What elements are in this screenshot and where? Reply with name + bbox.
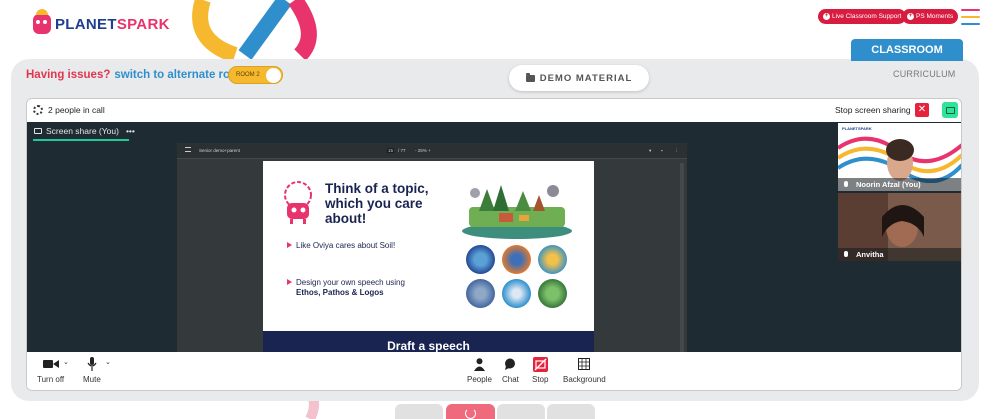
- pdf-download-icon[interactable]: ▾: [649, 148, 651, 154]
- issues-banner: Having issues? switch to alternate room: [26, 69, 247, 81]
- screen-share-tabbar: Screen share (You) •••: [27, 122, 837, 142]
- chat-button[interactable]: Chat: [502, 357, 519, 384]
- microphone-icon: [844, 181, 848, 187]
- mini-logo: PLANETSPARK: [842, 126, 872, 131]
- chat-bubble-icon: [504, 357, 516, 371]
- room-toggle-label: ROOM 2: [236, 72, 260, 78]
- demo-material-label: DEMO MATERIAL: [539, 72, 633, 84]
- folder-icon: [525, 72, 535, 82]
- participant-name: Noorin Afzal (You): [838, 178, 961, 191]
- call-controls-bar: Turn off ⌄ Mute ⌄ People Chat Stop Backg…: [27, 352, 961, 390]
- slide-title: Think of a topic, which you care about!: [325, 181, 429, 226]
- bullet-bold-text: Ethos, Pathos & Logos: [296, 288, 384, 297]
- camera-options-chevron-icon[interactable]: ⌄: [63, 358, 69, 366]
- turn-off-label: Turn off: [37, 375, 65, 384]
- background-grid-icon: [578, 357, 591, 371]
- topic-circle-4: [466, 279, 495, 308]
- plus-icon: +: [907, 13, 914, 20]
- demo-material-button[interactable]: DEMO MATERIAL: [509, 65, 649, 91]
- more-options-icon[interactable]: •••: [126, 126, 135, 136]
- pdf-zoom[interactable]: - 25% +: [415, 148, 431, 153]
- call-header: 2 people in call Stop screen sharing ✕: [27, 99, 961, 122]
- leave-class-button[interactable]: [446, 404, 495, 419]
- bullet-arrow-icon: [287, 279, 292, 285]
- power-icon: [465, 408, 476, 419]
- topic-circle-5: [502, 279, 531, 308]
- microphone-icon: [87, 357, 97, 371]
- video-call-window: 2 people in call Stop screen sharing ✕ S…: [26, 98, 962, 391]
- pdf-page-total: / 77: [398, 148, 406, 153]
- logo-text: PLANETSPARK: [55, 15, 170, 33]
- settings-gear-icon[interactable]: [33, 105, 43, 115]
- tab-classroom[interactable]: CLASSROOM: [851, 39, 963, 61]
- background-label: Background: [563, 375, 606, 384]
- topic-circle-2: [502, 245, 531, 274]
- participant-tile[interactable]: Anvitha: [838, 193, 961, 261]
- screen-share-tab-label: Screen share (You): [46, 126, 119, 136]
- pdf-scrollbar[interactable]: [680, 163, 684, 352]
- plus-icon: +: [823, 13, 830, 20]
- mic-options-chevron-icon[interactable]: ⌄: [105, 358, 111, 366]
- people-count: 2 people in call: [48, 105, 105, 115]
- pdf-page: Think of a topic, which you care about! …: [263, 161, 594, 352]
- pdf-toolbar: Senior demo+parent 15 / 77 - 25% + ▾ ▪ ⋮: [177, 143, 687, 159]
- participants-column: PLANETSPARK Noorin Afzal (You) Anvitha: [837, 122, 961, 352]
- stop-sharing-label: Stop screen sharing: [835, 105, 911, 115]
- tab-curriculum[interactable]: CURRICULUM: [893, 69, 956, 79]
- live-classroom-support-button[interactable]: + Live Classroom Support: [818, 9, 907, 24]
- robot-logo-icon: [33, 9, 51, 34]
- stop-presenting-icon: [532, 356, 548, 372]
- ps-moments-label: PS Moments: [916, 13, 954, 20]
- pdf-menu-icon[interactable]: [185, 147, 191, 152]
- pdf-more-icon[interactable]: ⋮: [674, 148, 679, 154]
- screen-share-stage: Screen share (You) ••• Senior demo+paren…: [27, 122, 837, 352]
- bullet-text: Like Oviya cares about Soil!: [296, 241, 396, 250]
- video-background-waves: [838, 136, 961, 183]
- topic-circle-3: [538, 245, 567, 274]
- room-toggle[interactable]: ROOM 2: [228, 66, 283, 84]
- palette-button[interactable]: [547, 404, 595, 419]
- participant-tile[interactable]: PLANETSPARK Noorin Afzal (You): [838, 123, 961, 191]
- topic-circle-1: [466, 245, 495, 274]
- pdf-print-icon[interactable]: ▪: [661, 148, 663, 153]
- person-icon: [473, 357, 485, 371]
- topic-circle-6: [538, 279, 567, 308]
- bullet-arrow-icon: [287, 242, 292, 248]
- people-label: People: [467, 375, 492, 384]
- background-button[interactable]: Background: [563, 357, 606, 384]
- stop-sharing-button[interactable]: ✕: [915, 103, 929, 117]
- pdf-filename: Senior demo+parent: [199, 148, 240, 153]
- microphone-icon: [844, 251, 848, 257]
- hamburger-menu-icon[interactable]: [961, 9, 980, 25]
- active-tab-indicator: [33, 139, 129, 141]
- tab-screen-share[interactable]: Screen share (You) •••: [34, 126, 135, 136]
- mute-button[interactable]: Mute: [83, 357, 101, 384]
- ps-moments-button[interactable]: + PS Moments: [902, 9, 959, 24]
- whiteboard-button[interactable]: [497, 404, 545, 419]
- nature-illustration: [462, 185, 572, 239]
- issues-text: Having issues?: [26, 69, 111, 81]
- video-camera-icon: [42, 357, 59, 371]
- people-button[interactable]: People: [467, 357, 492, 384]
- bullet-text: Design your own speech using: [296, 278, 405, 287]
- shared-pdf-viewer: Senior demo+parent 15 / 77 - 25% + ▾ ▪ ⋮: [177, 143, 687, 352]
- slide-footer: Draft a speech: [263, 331, 594, 352]
- mute-label: Mute: [83, 375, 101, 384]
- stop-label: Stop: [532, 375, 549, 384]
- fullscreen-button[interactable]: [395, 404, 443, 419]
- monitor-icon: [34, 128, 42, 134]
- live-support-label: Live Classroom Support: [832, 13, 902, 20]
- pdf-page-number[interactable]: 15: [387, 148, 395, 153]
- participant-name: Anvitha: [838, 248, 961, 261]
- screen-share-icon: [945, 106, 955, 114]
- slide-bullet: Design your own speech using Ethos, Path…: [287, 278, 437, 298]
- brain-mascot-icon: [284, 181, 312, 224]
- planetspark-logo[interactable]: PLANETSPARK: [33, 9, 170, 34]
- slide-bullet: Like Oviya cares about Soil!: [287, 241, 397, 251]
- camera-toggle-button[interactable]: Turn off: [37, 357, 64, 384]
- toggle-knob: [266, 68, 281, 83]
- share-screen-button[interactable]: [942, 102, 958, 118]
- stop-share-button[interactable]: Stop: [532, 356, 549, 384]
- chat-label: Chat: [502, 375, 519, 384]
